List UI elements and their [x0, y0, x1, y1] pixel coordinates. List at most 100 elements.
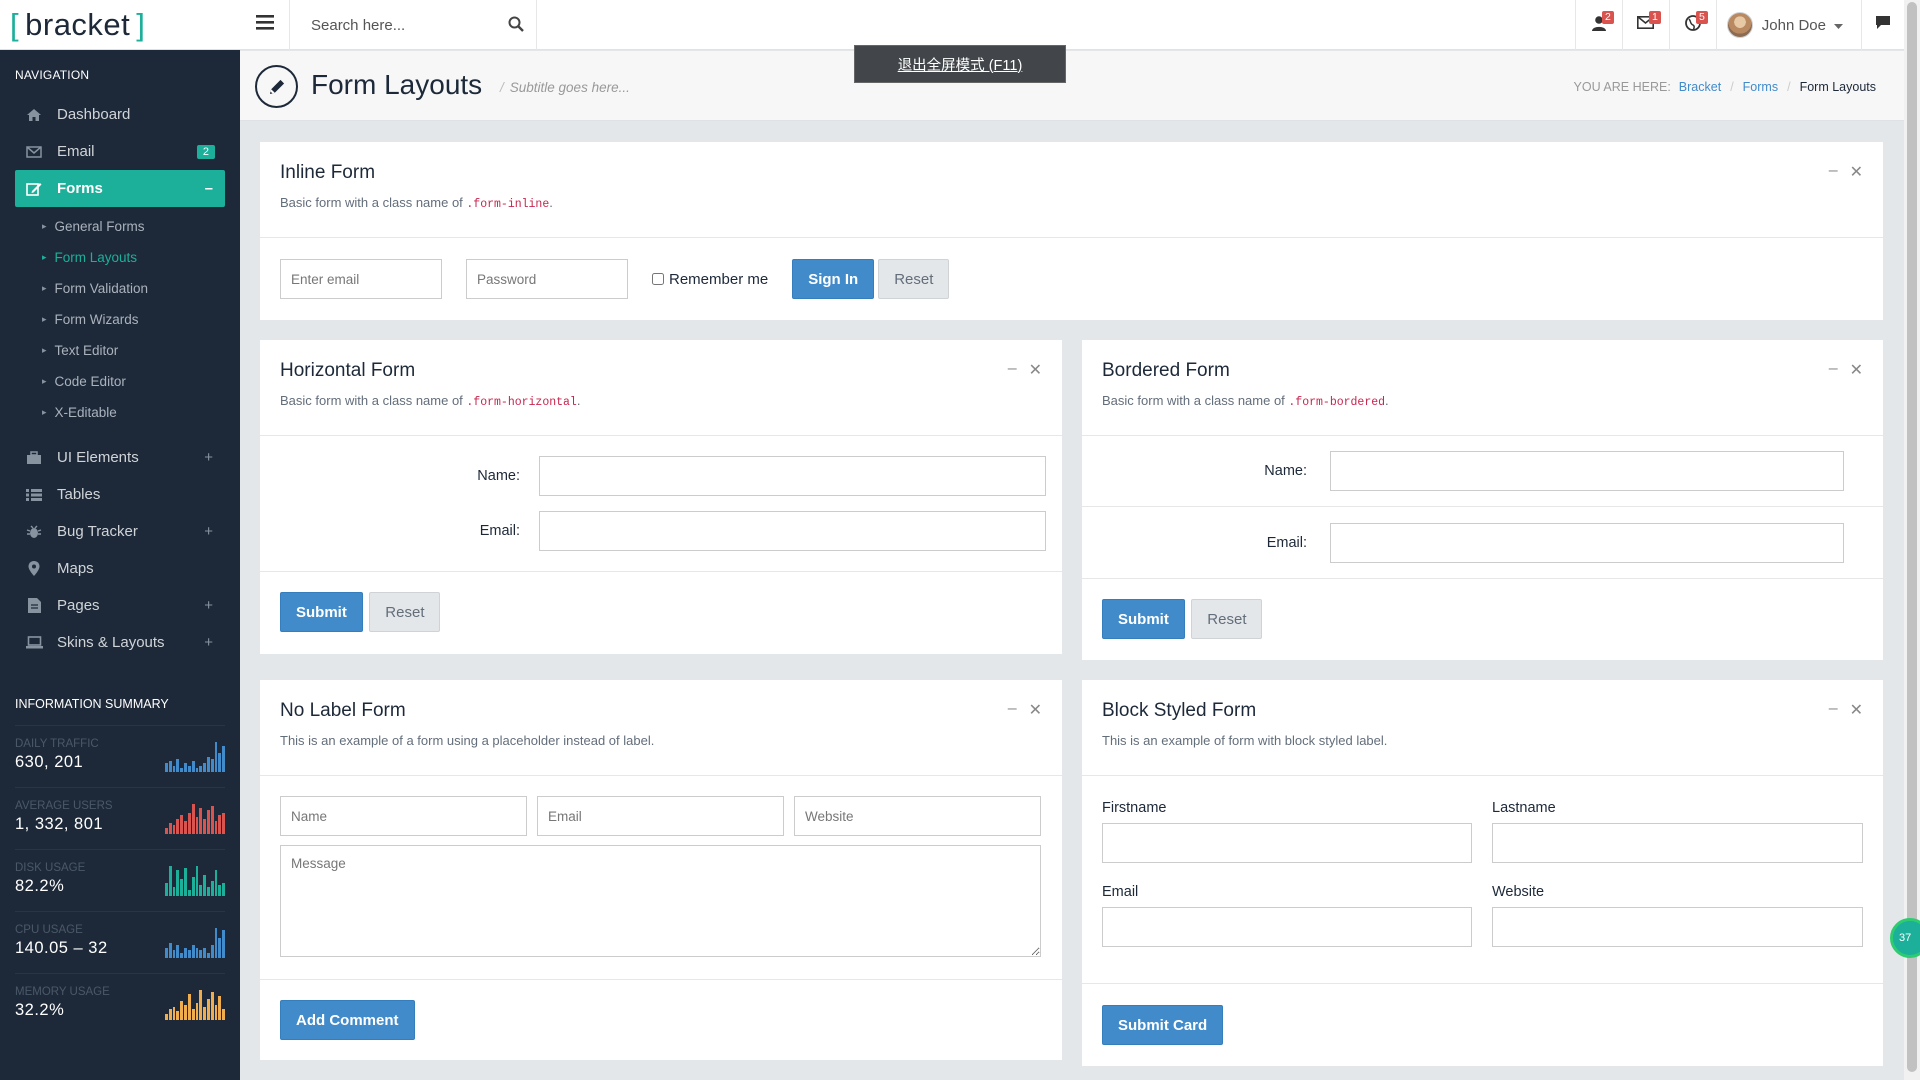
lastname-field[interactable] — [1492, 823, 1863, 863]
sub-item-label: Form Validation — [54, 281, 149, 296]
panel-description: This is an example of a form using a pla… — [280, 733, 655, 748]
close-icon[interactable]: ✕ — [1029, 700, 1042, 720]
email-field[interactable] — [1102, 907, 1472, 947]
nav-item-dashboard[interactable]: Dashboard — [15, 96, 225, 133]
expand-toggle[interactable]: + — [204, 449, 213, 466]
reset-button[interactable]: Reset — [1191, 599, 1263, 639]
sparkline-bar — [176, 759, 180, 772]
sub-item-general-forms[interactable]: ▸ General Forms — [15, 211, 225, 242]
minimize-icon[interactable]: – — [1829, 700, 1838, 720]
panel-title: Block Styled Form — [1102, 700, 1257, 721]
slash-separator: / — [500, 80, 504, 95]
nav-label: Email — [57, 143, 95, 160]
nav-label: Forms — [57, 180, 103, 197]
chat-toggle-button[interactable] — [1861, 0, 1904, 50]
page-subtitle: / Subtitle goes here... — [500, 80, 630, 95]
sub-item-form-layouts[interactable]: ▸ Form Layouts — [15, 242, 225, 273]
main-nav: Dashboard Email 2 Forms – ▸ General Forms… — [0, 90, 240, 661]
close-icon[interactable]: ✕ — [1029, 360, 1042, 380]
nav-item-email[interactable]: Email 2 — [15, 133, 225, 170]
close-icon[interactable]: ✕ — [1850, 360, 1863, 380]
sign-in-button[interactable]: Sign In — [792, 259, 875, 299]
sub-item-form-wizards[interactable]: ▸ Form Wizards — [15, 304, 225, 335]
home-icon — [25, 108, 43, 122]
brand-logo[interactable]: [ bracket ] — [0, 0, 240, 50]
panel-body: Remember me Sign In Reset — [260, 238, 1883, 319]
expand-toggle[interactable]: + — [204, 523, 213, 540]
globe-notifications-button[interactable]: 5 — [1668, 0, 1716, 50]
sub-item-text-editor[interactable]: ▸ Text Editor — [15, 335, 225, 366]
name-field[interactable] — [280, 796, 527, 836]
sparkline-bar — [203, 1007, 206, 1020]
panel-footer: Add Comment — [260, 979, 1062, 1060]
password-field[interactable] — [466, 259, 628, 299]
messages-button[interactable]: 1 — [1621, 0, 1669, 50]
desc-text: Basic form with a class name of — [280, 393, 467, 408]
panel-footer: Submit Reset — [260, 571, 1062, 654]
sparkline-bar — [184, 1005, 187, 1020]
remember-me-checkbox-label[interactable]: Remember me — [652, 271, 768, 288]
sparkline-bar — [165, 1014, 168, 1020]
nav-item-ui-elements[interactable]: UI Elements + — [15, 439, 225, 476]
sparkline-bar — [187, 813, 191, 834]
menu-toggle-button[interactable] — [240, 0, 290, 50]
remember-me-checkbox[interactable] — [652, 273, 664, 285]
search-icon[interactable] — [508, 16, 524, 37]
sparkline-bar — [191, 761, 195, 772]
minimize-icon[interactable]: – — [1008, 360, 1017, 380]
sparkline-bar — [218, 815, 222, 834]
sub-item-code-editor[interactable]: ▸ Code Editor — [15, 366, 225, 397]
user-requests-button[interactable]: 2 — [1574, 0, 1622, 50]
submit-button[interactable]: Submit — [1102, 599, 1185, 639]
nav-item-tables[interactable]: Tables — [15, 476, 225, 513]
expand-toggle[interactable]: + — [204, 597, 213, 614]
avatar — [1726, 12, 1753, 38]
email-field[interactable] — [539, 511, 1046, 551]
sparkline-bar — [199, 766, 203, 772]
nav-item-bug-tracker[interactable]: Bug Tracker + — [15, 513, 225, 550]
input-row — [280, 796, 1042, 836]
user-menu-button[interactable]: John Doe — [1715, 0, 1861, 50]
breadcrumb-link-bracket[interactable]: Bracket — [1679, 80, 1721, 94]
scrollbar-thumb[interactable] — [1907, 2, 1917, 1072]
website-field[interactable] — [794, 796, 1041, 836]
message-textarea[interactable] — [280, 845, 1041, 957]
sub-item-form-validation[interactable]: ▸ Form Validation — [15, 273, 225, 304]
email-field[interactable] — [1330, 522, 1844, 563]
nav-item-pages[interactable]: Pages + — [15, 587, 225, 624]
submit-button[interactable]: Submit — [280, 592, 363, 632]
name-field[interactable] — [539, 456, 1046, 496]
laptop-icon — [25, 636, 43, 650]
sub-item-x-editable[interactable]: ▸ X-Editable — [15, 397, 225, 428]
submit-card-button[interactable]: Submit Card — [1102, 1005, 1224, 1045]
sparkline-bar — [210, 992, 214, 1020]
caret-right-icon: ▸ — [42, 345, 47, 355]
collapse-toggle[interactable]: – — [205, 180, 213, 197]
website-field[interactable] — [1492, 907, 1863, 947]
exit-fullscreen-toast[interactable]: 退出全屏模式 (F11) — [854, 45, 1066, 83]
nav-item-skins-layouts[interactable]: Skins & Layouts + — [15, 624, 225, 661]
edit-icon — [25, 182, 43, 196]
minimize-icon[interactable]: – — [1008, 700, 1017, 720]
form-row-email: Email: — [280, 511, 1046, 551]
reset-button[interactable]: Reset — [369, 592, 441, 632]
email-field[interactable] — [280, 259, 442, 299]
minimize-icon[interactable]: – — [1829, 162, 1838, 182]
reset-button[interactable]: Reset — [878, 259, 950, 299]
email-field[interactable] — [537, 796, 784, 836]
panel-title: No Label Form — [280, 700, 406, 721]
add-comment-button[interactable]: Add Comment — [280, 1000, 415, 1040]
caret-right-icon: ▸ — [42, 221, 47, 231]
minimize-icon[interactable]: – — [1829, 360, 1838, 380]
close-icon[interactable]: ✕ — [1850, 700, 1863, 720]
expand-toggle[interactable]: + — [204, 634, 213, 651]
floating-badge[interactable]: 37 — [1890, 918, 1920, 958]
search-input[interactable] — [291, 16, 491, 34]
name-field[interactable] — [1330, 451, 1844, 491]
close-icon[interactable]: ✕ — [1850, 162, 1863, 182]
nav-item-maps[interactable]: Maps — [15, 550, 225, 587]
nav-item-forms[interactable]: Forms – — [15, 170, 225, 207]
breadcrumb-link-forms[interactable]: Forms — [1743, 80, 1778, 94]
firstname-field[interactable] — [1102, 823, 1472, 863]
panel-description: Basic form with a class name of .form-in… — [280, 195, 553, 211]
